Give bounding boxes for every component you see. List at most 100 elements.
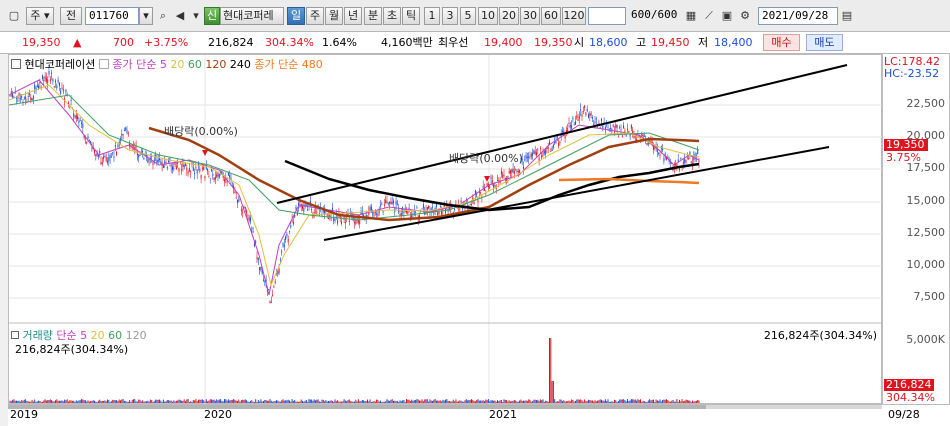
interval-10-button[interactable]: 10 — [478, 7, 498, 25]
calendar-icon[interactable]: ▤ — [839, 7, 855, 25]
speaker-icon[interactable]: ◀ — [172, 7, 188, 25]
window-icon[interactable]: ▢ — [6, 7, 22, 25]
volume-bar — [668, 401, 670, 403]
volume-collapse-icon[interactable] — [11, 331, 19, 339]
volume-bar — [688, 400, 690, 403]
interval-1-button[interactable]: 1 — [424, 7, 440, 25]
interval-60-button[interactable]: 60 — [541, 7, 561, 25]
volume-bar — [617, 401, 619, 403]
candle-body — [183, 164, 185, 168]
candle-body — [60, 90, 62, 94]
gear-icon[interactable]: ⚙ — [737, 7, 753, 25]
volume-bar — [415, 399, 417, 403]
grid-icon[interactable]: ▦ — [683, 7, 699, 25]
volume-bar — [221, 401, 223, 403]
volume-bar — [183, 399, 185, 403]
volume-ratio: 304.34% — [265, 36, 314, 49]
interval-3-button[interactable]: 3 — [442, 7, 458, 25]
legend-toggle-icon[interactable] — [98, 59, 109, 69]
candle-body — [623, 125, 625, 129]
candle-body — [9, 95, 11, 97]
date-input[interactable]: 2021/09/28 — [758, 7, 838, 25]
volume-bar — [346, 401, 348, 403]
candle-body — [87, 136, 89, 139]
stock-code-input[interactable]: 011760 — [85, 7, 139, 25]
volume-bar — [75, 400, 77, 403]
volume-left-value: 216,824주(304.34%) — [15, 343, 129, 356]
candle-body — [34, 84, 36, 89]
scrollbar-thumb[interactable] — [8, 405, 706, 409]
volume-bar — [238, 399, 240, 403]
chart-panel[interactable]: 배당락(0.00%) 배당락(0.00%) 현대코퍼레이션 종가 단순 5 20… — [8, 54, 883, 405]
volume-bar — [347, 400, 349, 403]
search-icon[interactable]: ⌕ — [155, 7, 171, 25]
prev-button[interactable]: 전 — [60, 7, 82, 25]
volume-bar — [565, 401, 567, 403]
volume-bar — [36, 401, 38, 403]
interval-30-button[interactable]: 30 — [520, 7, 540, 25]
volume-bar — [125, 401, 127, 403]
candle-body — [582, 111, 584, 113]
period-day-button[interactable]: 일 — [287, 7, 305, 25]
volume-bar — [521, 400, 523, 403]
candle-body — [616, 124, 618, 128]
period-tick-button[interactable]: 틱 — [402, 7, 420, 25]
volume-bar — [555, 401, 557, 403]
volume-bar — [216, 399, 218, 403]
period-year-button[interactable]: 년 — [344, 7, 362, 25]
volume-bar — [615, 400, 617, 403]
candle-body — [685, 160, 687, 163]
candle-body — [607, 126, 609, 128]
volume-bar — [62, 401, 64, 403]
horizontal-scrollbar[interactable] — [8, 405, 882, 409]
y-tick-15000: 15,000 — [906, 194, 946, 207]
dividend-annotation-1: 배당락(0.00%) — [164, 125, 238, 138]
period-week-button[interactable]: 주 — [306, 7, 324, 25]
volume-bar — [426, 399, 428, 403]
code-dropdown-button[interactable]: ▾ — [139, 7, 153, 25]
period-second-button[interactable]: 초 — [383, 7, 401, 25]
candle-body — [610, 127, 612, 129]
candle-body — [173, 167, 175, 170]
candle-body — [494, 185, 496, 187]
volume-bar — [34, 399, 36, 403]
volume-bar — [209, 399, 211, 403]
collapse-icon[interactable] — [11, 59, 21, 69]
interval-5-button[interactable]: 5 — [460, 7, 476, 25]
candle-body — [114, 145, 116, 147]
candle-body — [577, 119, 579, 121]
volume-bar — [329, 400, 331, 403]
period-month-button[interactable]: 월 — [325, 7, 343, 25]
buy-button[interactable]: 매수 — [763, 34, 800, 51]
volume-bar — [45, 400, 47, 403]
price-legend: 현대코퍼레이션 종가 단순 5 20 60 120 240 종가 단순 480 — [11, 56, 323, 72]
volume-bar — [369, 399, 371, 403]
chart-svg: 배당락(0.00%) 배당락(0.00%) — [8, 55, 883, 405]
interval-20-button[interactable]: 20 — [499, 7, 519, 25]
period-minute-button[interactable]: 분 — [364, 7, 382, 25]
stock-name-field[interactable]: 현대코퍼레 — [220, 7, 284, 25]
custom-interval-input[interactable] — [588, 7, 626, 25]
volume-bar — [22, 400, 24, 403]
candle-body — [460, 200, 462, 202]
interval-120-button[interactable]: 120 — [562, 7, 586, 25]
volume-bar — [529, 399, 531, 403]
bottom-axis: 2019 2020 2021 09/28 — [8, 404, 950, 426]
save-icon[interactable]: ▣ — [719, 7, 735, 25]
change-percent: +3.75% — [144, 36, 189, 49]
volume-bar — [159, 399, 160, 403]
sell-button[interactable]: 매도 — [806, 34, 843, 51]
line-tool-icon[interactable]: ⟋ — [701, 7, 717, 25]
volume-bar — [164, 401, 166, 403]
candle-body — [289, 231, 290, 233]
volume-bar — [48, 400, 50, 403]
candle-body — [529, 156, 531, 158]
candle-body — [432, 206, 433, 208]
volume-bar — [112, 399, 114, 403]
count-value: 600 — [631, 8, 651, 21]
settings-small-icon[interactable]: ▾ — [188, 7, 204, 25]
volume-bar — [273, 401, 275, 403]
market-mode-select[interactable]: 주 ▾ — [26, 7, 54, 25]
candle-body — [369, 207, 371, 211]
candle-body — [537, 149, 539, 151]
